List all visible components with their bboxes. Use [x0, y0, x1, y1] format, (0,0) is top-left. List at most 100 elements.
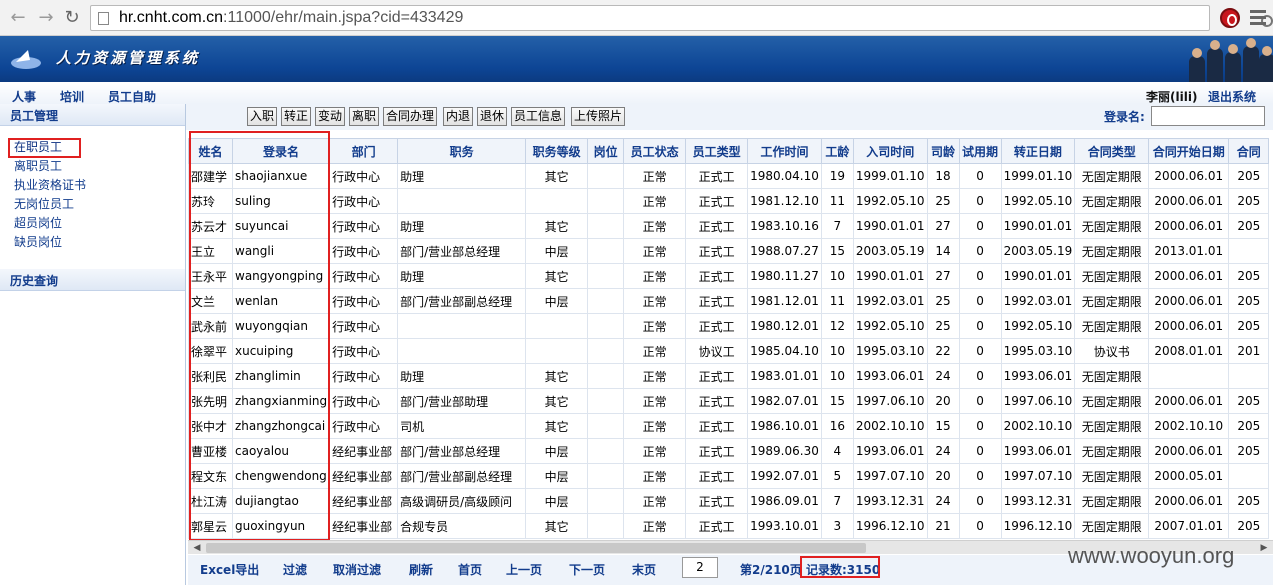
column-header[interactable]: 合同开始日期: [1148, 138, 1230, 164]
table-cell: 205: [1228, 388, 1270, 414]
table-cell: 0: [958, 338, 1002, 364]
table-cell: 1980.12.01: [747, 313, 822, 339]
table-cell: 协议书: [1074, 338, 1150, 364]
table-cell: 205: [1228, 513, 1270, 539]
table-row[interactable]: 邵建学 shaojianxue 行政中心 助理 其它 正常 正式工 1980.04.10 19 1…: [188, 163, 1270, 189]
sidebar-section-history[interactable]: 历史查询: [0, 269, 185, 291]
app-header: 人力资源管理系统: [0, 36, 1273, 82]
scroll-left-icon[interactable]: ◀: [190, 542, 204, 554]
column-header[interactable]: 工作时间: [747, 138, 822, 164]
column-header[interactable]: 部门: [329, 138, 399, 164]
table-cell: 无固定期限: [1074, 513, 1150, 539]
table-row[interactable]: 郭星云 guoxingyun 经纪事业部 合规专员 其它 正常 正式工 1993.10.01 3…: [188, 513, 1270, 539]
menu-personnel[interactable]: 人事: [12, 88, 36, 105]
table-row[interactable]: 苏云才 suyuncai 行政中心 助理 其它 正常 正式工 1983.10.16 7 1990.…: [188, 213, 1270, 239]
sidebar-item-departed-employees[interactable]: 离职员工: [14, 157, 185, 176]
back-icon[interactable]: ←: [8, 8, 28, 28]
confirm-button[interactable]: 转正: [281, 107, 312, 126]
table-row[interactable]: 张先明 zhangxianming 行政中心 部门/营业部助理 其它 正常 正式工 1982.…: [188, 388, 1270, 414]
column-header[interactable]: 司龄: [926, 138, 960, 164]
table-cell: 0: [958, 463, 1002, 489]
column-header[interactable]: 合同: [1228, 138, 1270, 164]
scroll-right-icon[interactable]: ▶: [1257, 542, 1271, 554]
table-cell: 16: [820, 413, 854, 439]
first-page-link[interactable]: 首页: [458, 561, 482, 578]
table-row[interactable]: 文兰 wenlan 行政中心 部门/营业部副总经理 中层 正常 正式工 1981.12.01 1…: [188, 288, 1270, 314]
table-cell: 助理: [397, 213, 527, 239]
column-header[interactable]: 试用期: [958, 138, 1002, 164]
column-header[interactable]: 岗位: [587, 138, 625, 164]
sidebar-item-understaffed[interactable]: 缺员岗位: [14, 233, 185, 252]
table-cell: 1992.05.10: [852, 313, 928, 339]
resign-button[interactable]: 离职: [349, 107, 380, 126]
table-cell: 正常: [623, 438, 687, 464]
cancel-filter-link[interactable]: 取消过滤: [333, 561, 381, 578]
table-cell: 205: [1228, 438, 1270, 464]
table-cell: 2002.10.10: [1148, 413, 1230, 439]
table-row[interactable]: 武永前 wuyongqian 行政中心 正常 正式工 1980.12.01 12 1992.0…: [188, 313, 1270, 339]
table-cell: 1999.01.10: [1000, 163, 1076, 189]
upload-photo-button[interactable]: 上传照片: [571, 107, 626, 126]
column-header[interactable]: 合同类型: [1074, 138, 1150, 164]
excel-export-link[interactable]: Excel导出: [200, 561, 259, 578]
column-header[interactable]: 转正日期: [1000, 138, 1076, 164]
extension-icon[interactable]: [1220, 8, 1240, 28]
address-bar[interactable]: hr.cnht.com.cn:11000/ehr/main.jspa?cid=4…: [90, 5, 1273, 31]
table-row[interactable]: 杜江涛 dujiangtao 经纪事业部 高级调研员/高级顾问 中层 正常 正式工 1986.…: [188, 488, 1270, 514]
table-cell: 正常: [623, 313, 687, 339]
column-header[interactable]: 入司时间: [852, 138, 928, 164]
table-cell: 经纪事业部: [329, 488, 399, 514]
employee-info-button[interactable]: 员工信息: [511, 107, 566, 126]
login-name-input[interactable]: [1151, 106, 1265, 126]
table-cell: 25: [926, 288, 960, 314]
table-row[interactable]: 张利民 zhanglimin 行政中心 助理 其它 正常 正式工 1983.01.01 10 19…: [188, 363, 1270, 389]
retire-button[interactable]: 退休: [477, 107, 508, 126]
logout-link[interactable]: 退出系统: [1208, 88, 1256, 105]
sidebar-item-overstaffed[interactable]: 超员岗位: [14, 214, 185, 233]
table-cell: 205: [1228, 288, 1270, 314]
menu-training[interactable]: 培训: [60, 88, 84, 105]
next-page-link[interactable]: 下一页: [569, 561, 605, 578]
filter-link[interactable]: 过滤: [283, 561, 307, 578]
column-header[interactable]: 职务等级: [525, 138, 589, 164]
table-cell: 201: [1228, 338, 1270, 364]
table-cell: 22: [926, 338, 960, 364]
table-cell: 部门/营业部副总经理: [397, 288, 527, 314]
onboard-button[interactable]: 入职: [247, 107, 278, 126]
prev-page-link[interactable]: 上一页: [506, 561, 542, 578]
contract-button[interactable]: 合同办理: [383, 107, 438, 126]
table-cell: 正常: [623, 163, 687, 189]
table-row[interactable]: 张中才 zhangzhongcai 行政中心 司机 其它 正常 正式工 1986.10.01 1…: [188, 413, 1270, 439]
table-cell: 部门/营业部总经理: [397, 438, 527, 464]
change-button[interactable]: 变动: [315, 107, 346, 126]
reload-icon[interactable]: ↻: [62, 8, 82, 28]
sidebar-item-no-position[interactable]: 无岗位员工: [14, 195, 185, 214]
menu-self-service[interactable]: 员工自助: [108, 88, 156, 105]
browser-menu-icon[interactable]: [1250, 10, 1266, 28]
logo-icon: [11, 50, 41, 69]
table-row[interactable]: 徐翠平 xucuiping 行政中心 正常 协议工 1985.04.10 10 1995.03…: [188, 338, 1270, 364]
last-page-link[interactable]: 末页: [632, 561, 656, 578]
table-row[interactable]: 曹亚楼 caoyalou 经纪事业部 部门/营业部总经理 中层 正常 正式工 1989.06.…: [188, 438, 1270, 464]
top-menu: 人事 培训 员工自助 李丽(lili) 退出系统: [0, 82, 1273, 104]
column-header[interactable]: 职务: [397, 138, 527, 164]
table-cell: 无固定期限: [1074, 163, 1150, 189]
forward-icon[interactable]: →: [36, 8, 56, 28]
column-header[interactable]: 员工状态: [623, 138, 687, 164]
column-header[interactable]: 工龄: [820, 138, 854, 164]
refresh-link[interactable]: 刷新: [409, 561, 433, 578]
sidebar: 员工管理 在职员工 离职员工 执业资格证书 无岗位员工 超员岗位 缺员岗位 历史…: [0, 104, 186, 585]
table-row[interactable]: 王立 wangli 行政中心 部门/营业部总经理 中层 正常 正式工 1988.07.27 15…: [188, 238, 1270, 264]
table-row[interactable]: 苏玲 suling 行政中心 正常 正式工 1981.12.10 11 1992.05.10 2…: [188, 188, 1270, 214]
sidebar-item-certificates[interactable]: 执业资格证书: [14, 176, 185, 195]
column-header[interactable]: 员工类型: [685, 138, 749, 164]
table-row[interactable]: 程文东 chengwendong 经纪事业部 部门/营业部副总经理 中层 正常 正式工 199…: [188, 463, 1270, 489]
table-row[interactable]: 王永平 wangyongping 行政中心 助理 其它 正常 正式工 1980.11.27 10…: [188, 263, 1270, 289]
scrollbar-thumb[interactable]: [206, 543, 866, 553]
table-cell: [587, 388, 625, 414]
table-cell: 行政中心: [329, 188, 399, 214]
page-number-input[interactable]: 2: [682, 557, 718, 578]
sidebar-section-employee[interactable]: 员工管理: [0, 104, 185, 126]
early-retire-button[interactable]: 内退: [443, 107, 474, 126]
browser-toolbar: ← → ↻ hr.cnht.com.cn:11000/ehr/main.jspa…: [0, 0, 1273, 36]
